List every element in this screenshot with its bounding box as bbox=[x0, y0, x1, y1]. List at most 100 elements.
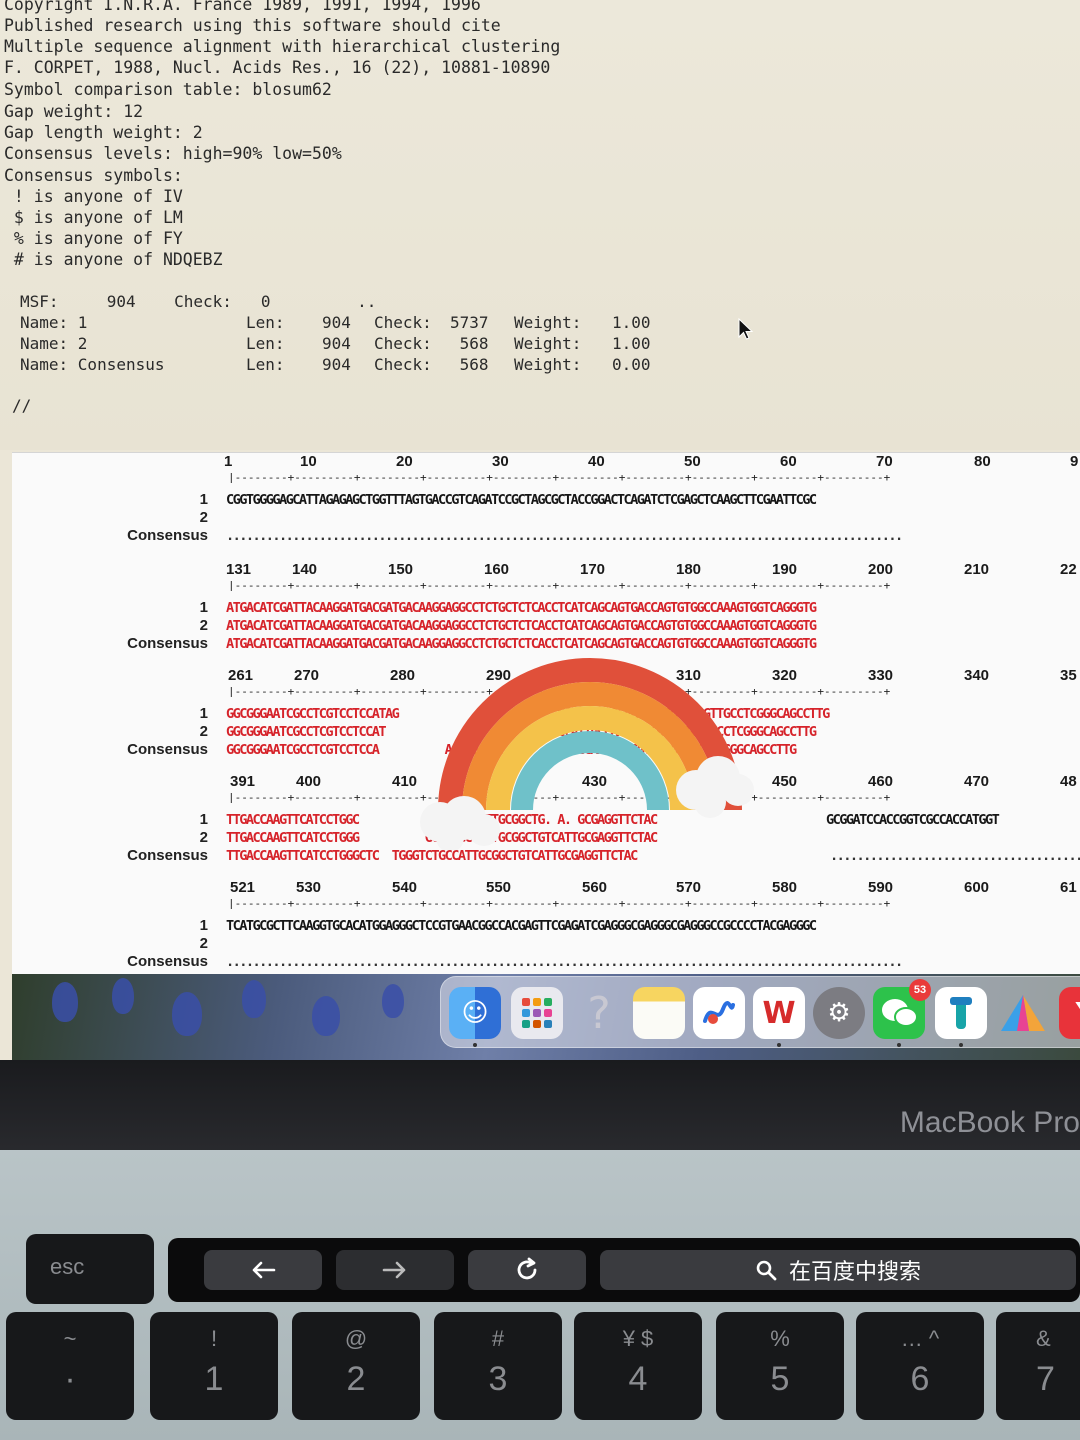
key-1[interactable]: ! 1 bbox=[150, 1312, 278, 1420]
header-line: $ is anyone of LM bbox=[4, 208, 183, 227]
header-line: Copyright I.N.R.A. France 1989, 1991, 19… bbox=[4, 0, 481, 14]
position-number: 280 bbox=[390, 667, 416, 684]
consensus-label: Consensus bbox=[127, 527, 208, 544]
position-number: 530 bbox=[296, 879, 322, 896]
seq-label: 2 bbox=[199, 829, 208, 846]
position-number: 131 bbox=[226, 561, 252, 578]
msf-row-name: Name: Consensus bbox=[20, 355, 165, 374]
position-number: 460 bbox=[868, 773, 894, 790]
key-4[interactable]: ¥ $ 4 bbox=[574, 1312, 702, 1420]
key-bottom-label: 6 bbox=[910, 1360, 930, 1398]
notification-badge: 53 bbox=[909, 979, 931, 1001]
msf-row-weight-value: 1.00 bbox=[612, 334, 651, 353]
position-numbers: 521 530 540 550 560 570 580 590 600 61 bbox=[12, 879, 1080, 897]
position-number: 70 bbox=[876, 453, 893, 470]
header-line: ! is anyone of IV bbox=[4, 187, 183, 206]
key-top-label: & bbox=[1036, 1326, 1051, 1351]
finder-icon[interactable]: ☺ bbox=[449, 987, 501, 1039]
position-number: 261 bbox=[228, 667, 254, 684]
seq-label: 2 bbox=[199, 509, 208, 526]
esc-key[interactable]: esc bbox=[26, 1234, 154, 1304]
sequence-1: ATGACATCGATTACAAGGATGACGATGACAAGGAGGCCTC… bbox=[226, 600, 817, 616]
msf-row-len-value: 904 bbox=[322, 355, 351, 374]
sequence-1-tail: GCGGATCCACCGGTCGCCACCATGGT bbox=[826, 812, 1000, 828]
seq-label: 1 bbox=[199, 599, 208, 616]
position-number: 61 bbox=[1060, 879, 1077, 896]
search-label: 在百度中搜索 bbox=[788, 1260, 921, 1285]
seq-label: 2 bbox=[199, 935, 208, 952]
msf-row-len-label: Len: bbox=[246, 355, 285, 374]
seq-label: 1 bbox=[199, 811, 208, 828]
sequence-2: ATGACATCGATTACAAGGATGACGATGACAAGGAGGCCTC… bbox=[226, 618, 817, 634]
position-number: 200 bbox=[868, 561, 894, 578]
position-number: 330 bbox=[868, 667, 894, 684]
back-button[interactable] bbox=[204, 1250, 322, 1290]
position-number: 410 bbox=[392, 773, 418, 790]
consensus-tail: ........................................… bbox=[830, 848, 1080, 864]
key-5[interactable]: % 5 bbox=[716, 1312, 844, 1420]
position-number: 521 bbox=[230, 879, 256, 896]
msf-row-name: Name: 2 bbox=[20, 334, 88, 353]
position-number: 180 bbox=[676, 561, 702, 578]
consensus-label: Consensus bbox=[127, 953, 208, 970]
freeform-icon[interactable] bbox=[693, 987, 745, 1039]
position-number: 170 bbox=[580, 561, 606, 578]
key-3[interactable]: # 3 bbox=[434, 1312, 562, 1420]
header-line: Consensus symbols: bbox=[4, 166, 183, 185]
search-bar[interactable]: 在百度中搜索 bbox=[600, 1250, 1076, 1290]
position-number: 80 bbox=[974, 453, 991, 470]
header-line: Multiple sequence alignment with hierarc… bbox=[4, 37, 561, 56]
consensus-sequence: ........................................… bbox=[226, 954, 903, 970]
position-number: 40 bbox=[588, 453, 605, 470]
header-line: % is anyone of FY bbox=[4, 229, 183, 248]
help-icon[interactable]: ? bbox=[573, 987, 625, 1039]
seq-label: 1 bbox=[199, 491, 208, 508]
key-bottom-label: 1 bbox=[204, 1360, 224, 1398]
header-line: Published research using this software s… bbox=[4, 16, 501, 35]
wechat-icon[interactable]: 53 bbox=[873, 979, 931, 1039]
position-number: 320 bbox=[772, 667, 798, 684]
key-6[interactable]: … ^ 6 bbox=[856, 1312, 984, 1420]
position-number: 60 bbox=[780, 453, 797, 470]
tilde-key[interactable]: ~ · bbox=[6, 1312, 134, 1420]
launchpad-icon[interactable] bbox=[511, 987, 563, 1039]
reload-button[interactable] bbox=[468, 1250, 586, 1290]
position-number: 540 bbox=[392, 879, 418, 896]
settings-icon[interactable]: ⚙ bbox=[813, 987, 865, 1039]
msf-row-weight-value: 1.00 bbox=[612, 313, 651, 332]
msf-row-len-label: Len: bbox=[246, 334, 285, 353]
wps-icon[interactable]: W bbox=[753, 987, 805, 1039]
position-number: 35 bbox=[1060, 667, 1077, 684]
position-number: 340 bbox=[964, 667, 990, 684]
position-number: 600 bbox=[964, 879, 990, 896]
msf-summary-line: MSF: 904 Check: 0 .. bbox=[20, 292, 377, 311]
position-number: 30 bbox=[492, 453, 509, 470]
notes-icon[interactable] bbox=[633, 987, 685, 1039]
key-bottom-label: 2 bbox=[346, 1360, 366, 1398]
msf-row-check-label: Check: bbox=[374, 334, 432, 353]
forward-button[interactable] bbox=[336, 1250, 454, 1290]
key-top-label: % bbox=[770, 1326, 790, 1351]
key-2[interactable]: @ 2 bbox=[292, 1312, 420, 1420]
key-top-label: … ^ bbox=[900, 1326, 940, 1351]
position-number: 570 bbox=[676, 879, 702, 896]
mouse-cursor-icon bbox=[738, 318, 754, 340]
msf-terminator: // bbox=[12, 396, 32, 415]
app-red-icon[interactable]: Y bbox=[1059, 987, 1080, 1039]
prism-icon[interactable] bbox=[997, 987, 1049, 1039]
key-top-label: ~ bbox=[63, 1326, 77, 1351]
msf-row-check-value: 568 bbox=[450, 334, 489, 353]
touch-bar: 在百度中搜索 bbox=[168, 1238, 1080, 1302]
msf-row-check-label: Check: bbox=[374, 355, 432, 374]
position-number: 270 bbox=[294, 667, 320, 684]
screen: Copyright I.N.R.A. France 1989, 1991, 19… bbox=[0, 0, 1080, 1060]
msf-row-weight-value: 0.00 bbox=[612, 355, 651, 374]
key-label: esc bbox=[50, 1254, 85, 1279]
position-number: 210 bbox=[964, 561, 990, 578]
key-7[interactable]: & 7 bbox=[996, 1312, 1080, 1420]
position-number: 550 bbox=[486, 879, 512, 896]
msf-row-check-value: 568 bbox=[450, 355, 489, 374]
app-icon[interactable] bbox=[935, 987, 987, 1039]
position-number: 150 bbox=[388, 561, 414, 578]
search-icon bbox=[756, 1260, 777, 1281]
